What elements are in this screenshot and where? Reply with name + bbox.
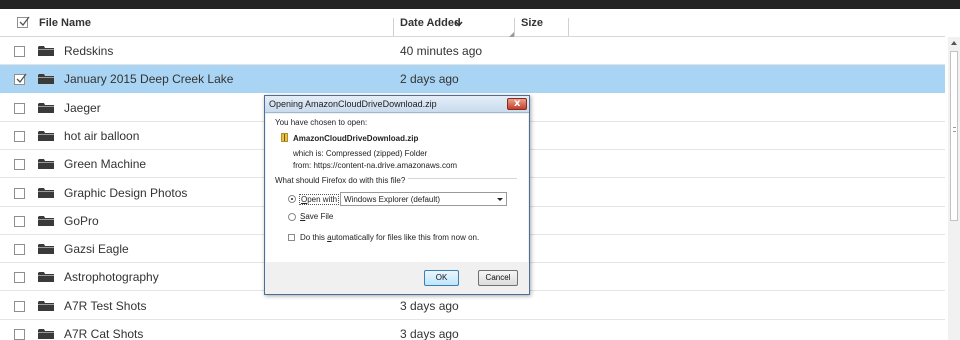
folder-icon: [38, 300, 54, 315]
open-file-dialog: Opening AmazonCloudDriveDownload.zip x Y…: [264, 95, 530, 295]
folder-icon: [38, 102, 54, 117]
top-bar: [0, 0, 960, 9]
folder-icon: [38, 187, 54, 202]
open-with-label[interactable]: Open with: [299, 194, 340, 205]
date-added: 2 days ago: [400, 72, 459, 87]
dialog-file-type: which is: Compressed (zipped) Folder: [293, 149, 428, 158]
folder-icon: [38, 130, 54, 145]
close-icon: x: [514, 98, 521, 109]
dialog-question: What should Firefox do with this file?: [275, 176, 409, 185]
auto-action-label[interactable]: Do this automatically for files like thi…: [300, 233, 479, 242]
file-name[interactable]: Gazsi Eagle: [64, 242, 129, 256]
dialog-close-button[interactable]: x: [507, 98, 527, 110]
row-checkbox[interactable]: [14, 159, 25, 171]
select-all-checkbox[interactable]: [17, 16, 30, 28]
row-checkbox[interactable]: [14, 130, 25, 142]
file-name[interactable]: A7R Test Shots: [64, 299, 147, 313]
row-checkbox[interactable]: [14, 329, 25, 340]
zip-file-icon: [281, 133, 288, 142]
folder-icon: [38, 243, 54, 258]
file-name[interactable]: GoPro: [64, 214, 99, 228]
folder-icon: [38, 215, 54, 230]
row-checkbox[interactable]: [14, 244, 25, 256]
cancel-button[interactable]: Cancel: [478, 270, 518, 286]
column-divider: [393, 18, 394, 36]
file-name[interactable]: January 2015 Deep Creek Lake: [64, 72, 233, 86]
table-row[interactable]: January 2015 Deep Creek Lake 2 days ago: [0, 65, 945, 94]
check-icon: [16, 73, 27, 84]
file-name[interactable]: Graphic Design Photos: [64, 186, 187, 200]
row-checkbox[interactable]: [14, 46, 25, 57]
check-icon: [19, 16, 30, 26]
file-name[interactable]: hot air balloon: [64, 129, 139, 143]
scroll-up-arrow-icon[interactable]: [951, 41, 957, 45]
dialog-intro: You have chosen to open:: [275, 118, 368, 127]
save-file-radio[interactable]: [288, 213, 296, 221]
row-checkbox[interactable]: [14, 272, 25, 284]
file-list-header: File Name Date Added Size: [0, 9, 945, 37]
scroll-thumb[interactable]: [950, 51, 958, 221]
file-name[interactable]: A7R Cat Shots: [64, 327, 143, 340]
file-name[interactable]: Green Machine: [64, 157, 146, 171]
open-with-value: Windows Explorer (default): [344, 195, 441, 204]
open-with-select[interactable]: Windows Explorer (default): [340, 192, 507, 206]
row-checkbox[interactable]: [14, 102, 25, 114]
save-file-label[interactable]: Save File: [300, 212, 333, 221]
column-file-name[interactable]: File Name: [39, 17, 91, 29]
file-name[interactable]: Astrophotography: [64, 270, 159, 284]
folder-icon: [38, 158, 54, 173]
vertical-scrollbar[interactable]: [948, 37, 960, 340]
open-with-radio[interactable]: [288, 195, 296, 203]
dialog-title-bar[interactable]: Opening AmazonCloudDriveDownload.zip x: [265, 96, 529, 113]
row-checkbox[interactable]: [14, 187, 25, 199]
dialog-button-bar: OK Cancel: [266, 262, 528, 294]
chevron-down-icon[interactable]: [455, 21, 463, 27]
column-size[interactable]: Size: [521, 17, 543, 29]
table-row[interactable]: Redskins 40 minutes ago: [0, 37, 945, 65]
table-row[interactable]: A7R Cat Shots 3 days ago: [0, 320, 945, 340]
folder-icon: [38, 45, 54, 60]
dialog-title: Opening AmazonCloudDriveDownload.zip: [269, 99, 437, 109]
row-checkbox[interactable]: [14, 215, 25, 227]
date-added: 3 days ago: [400, 327, 459, 340]
file-name[interactable]: Redskins: [64, 44, 113, 58]
file-name[interactable]: Jaeger: [64, 101, 101, 115]
folder-icon: [38, 271, 54, 286]
column-divider: [568, 18, 569, 36]
ok-button[interactable]: OK: [424, 270, 459, 286]
date-added: 3 days ago: [400, 298, 459, 313]
row-checkbox[interactable]: [14, 73, 27, 86]
date-added: 40 minutes ago: [400, 44, 483, 58]
column-divider: [514, 18, 515, 36]
table-row[interactable]: A7R Test Shots 3 days ago: [0, 292, 945, 320]
folder-icon: [38, 328, 54, 340]
row-checkbox[interactable]: [14, 300, 25, 312]
auto-action-checkbox[interactable]: [288, 234, 295, 241]
dialog-filename: AmazonCloudDriveDownload.zip: [293, 134, 419, 143]
dropdown-arrow-icon: [497, 198, 503, 201]
dialog-file-source: from: https://content-na.drive.amazonaws…: [293, 161, 458, 170]
folder-icon: [38, 73, 54, 88]
column-date-added[interactable]: Date Added: [400, 17, 461, 29]
